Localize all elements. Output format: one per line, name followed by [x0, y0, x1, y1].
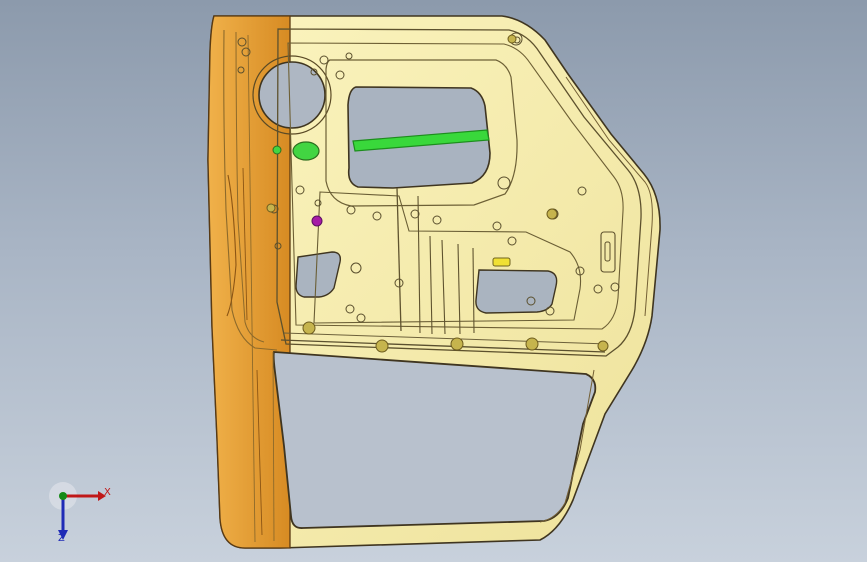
z-axis-label: Z — [58, 533, 65, 544]
fastener-6 — [546, 208, 558, 220]
lower-pocket — [475, 269, 558, 314]
y-axis-point — [59, 492, 67, 500]
fastener-1 — [302, 321, 316, 335]
purple-marker[interactable] — [311, 215, 323, 227]
fastener-2 — [375, 339, 389, 353]
x-axis-label: X — [104, 487, 111, 498]
speaker-hole — [258, 61, 326, 129]
fastener-7 — [266, 203, 276, 213]
cad-viewport[interactable]: X Y Z — [0, 0, 867, 562]
fastener-5 — [597, 340, 609, 352]
small-green-marker[interactable] — [272, 145, 282, 155]
fastener-4 — [525, 337, 539, 351]
door-inner-panel-model[interactable] — [0, 0, 867, 562]
yellow-clip[interactable] — [492, 257, 511, 267]
green-marker[interactable] — [292, 141, 320, 161]
fastener-3 — [450, 337, 464, 351]
coordinate-triad: X Y Z — [38, 478, 128, 548]
fastener-8 — [507, 34, 517, 44]
axis-triad-graphic — [49, 482, 106, 540]
window-opening — [272, 351, 597, 529]
